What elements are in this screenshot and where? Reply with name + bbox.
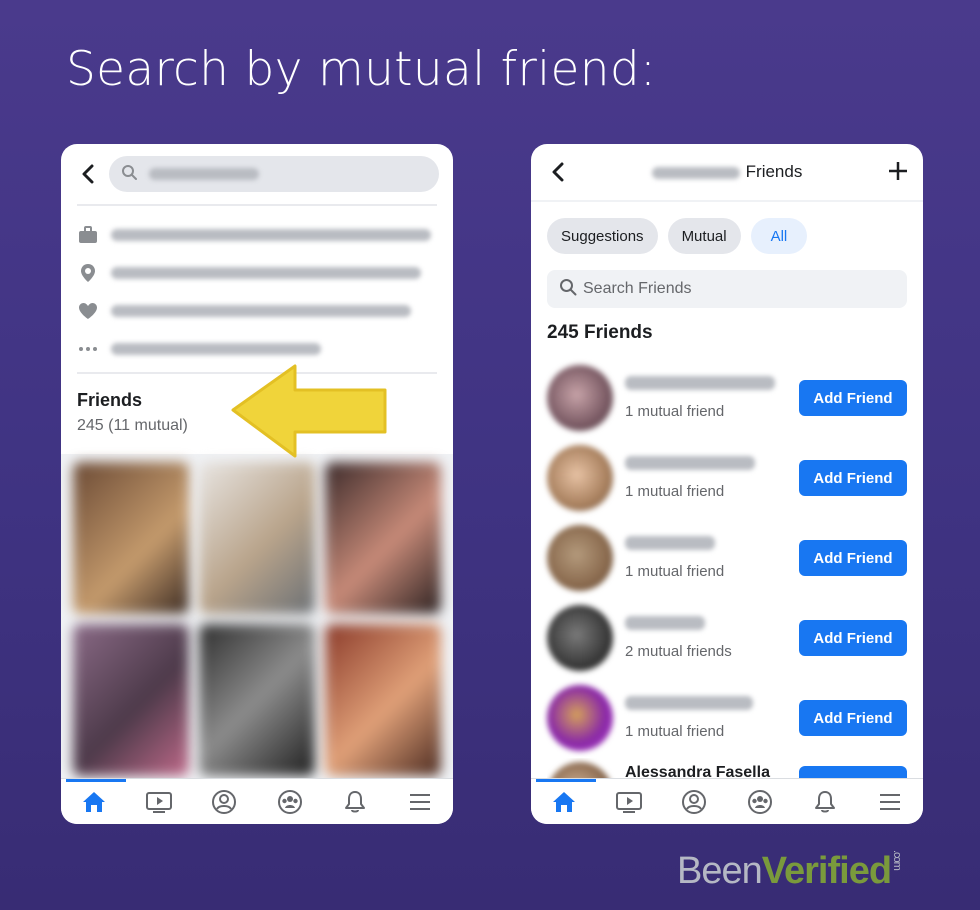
chip-suggestions[interactable]: Suggestions — [547, 218, 658, 254]
avatar[interactable] — [547, 605, 613, 671]
location-pin-icon — [77, 262, 99, 284]
avatar[interactable] — [547, 445, 613, 511]
bottom-tab-bar — [61, 778, 453, 824]
mutual-friends-count: 1 mutual friend — [625, 483, 725, 500]
page-title-text: Friends — [745, 162, 803, 181]
friend-info: 1 mutual friend — [613, 536, 799, 580]
page-title: Friends — [531, 162, 923, 182]
add-friend-button[interactable]: Add Friend — [799, 540, 907, 576]
more-dots-icon — [77, 338, 99, 360]
blurred-text — [111, 343, 321, 355]
chip-all[interactable]: All — [750, 218, 808, 254]
add-friend-button[interactable]: Add Friend — [799, 700, 907, 736]
search-placeholder: Search Friends — [583, 280, 692, 297]
search-icon — [559, 278, 577, 301]
friend-info: 1 mutual friend — [613, 376, 799, 420]
blurred-friend-name — [625, 696, 753, 710]
about-row-work — [77, 216, 437, 254]
right-phone-screen: Friends Suggestions Mutual All Search Fr… — [531, 144, 923, 824]
friends-photo-grid — [61, 454, 453, 784]
friend-info: 1 mutual friend — [613, 696, 799, 740]
friend-row[interactable]: 1 mutual friend Add Friend — [547, 438, 907, 518]
friend-info: 2 mutual friends — [613, 616, 799, 660]
blurred-friend-name — [625, 456, 755, 470]
friend-photo[interactable] — [199, 462, 315, 614]
blurred-text — [111, 305, 411, 317]
friend-row[interactable]: 1 mutual friend Add Friend — [547, 518, 907, 598]
bell-icon[interactable] — [335, 782, 375, 822]
logo-been: Been — [677, 850, 763, 892]
video-icon[interactable] — [139, 782, 179, 822]
chip-mutual[interactable]: Mutual — [667, 218, 741, 254]
bottom-tab-bar — [531, 778, 923, 824]
top-bar — [61, 144, 453, 204]
search-icon — [121, 164, 137, 185]
friend-photo[interactable] — [73, 462, 189, 614]
home-icon[interactable] — [65, 778, 126, 822]
blurred-search-text — [149, 168, 259, 180]
mutual-friends-count: 2 mutual friends — [625, 643, 732, 660]
add-friend-button[interactable]: Add Friend — [799, 620, 907, 656]
profile-icon[interactable] — [204, 782, 244, 822]
left-phone-screen: Friends 245 (11 mutual) — [61, 144, 453, 824]
profile-icon[interactable] — [674, 782, 714, 822]
beenverified-logo: BeenVerified.com — [677, 850, 903, 893]
friends-count: 245 Friends — [547, 322, 653, 343]
blurred-friend-name — [625, 616, 705, 630]
search-input[interactable] — [109, 156, 439, 192]
logo-verified: Verified — [761, 850, 892, 892]
about-section — [61, 206, 453, 372]
mutual-friends-count: 1 mutual friend — [625, 723, 725, 740]
friend-photo[interactable] — [325, 462, 441, 614]
blurred-profile-name — [651, 166, 740, 179]
blurred-friend-name — [625, 376, 775, 390]
add-friend-button[interactable]: Add Friend — [799, 380, 907, 416]
avatar[interactable] — [547, 685, 613, 751]
home-icon[interactable] — [535, 778, 596, 822]
heart-icon — [77, 300, 99, 322]
about-row-relationship — [77, 292, 437, 330]
headline: Search by mutual friend: — [66, 42, 657, 97]
logo-dotcom: .com — [891, 850, 904, 870]
blurred-text — [111, 229, 431, 241]
about-row-location — [77, 254, 437, 292]
plus-icon[interactable] — [887, 160, 909, 187]
menu-icon[interactable] — [400, 782, 440, 822]
friend-photo[interactable] — [325, 624, 441, 776]
friends-list: 1 mutual friend Add Friend 1 mutual frie… — [531, 344, 923, 798]
bell-icon[interactable] — [805, 782, 845, 822]
filter-chips: Suggestions Mutual All — [531, 202, 923, 254]
avatar[interactable] — [547, 525, 613, 591]
briefcase-icon — [77, 224, 99, 246]
menu-icon[interactable] — [870, 782, 910, 822]
friend-info: 1 mutual friend — [613, 456, 799, 500]
friend-row[interactable]: 2 mutual friends Add Friend — [547, 598, 907, 678]
back-icon[interactable] — [75, 161, 101, 187]
friend-photo[interactable] — [199, 624, 315, 776]
video-icon[interactable] — [609, 782, 649, 822]
friend-photo[interactable] — [73, 624, 189, 776]
friend-row[interactable]: 1 mutual friend Add Friend — [547, 678, 907, 758]
blurred-friend-name — [625, 536, 715, 550]
groups-icon[interactable] — [740, 782, 780, 822]
add-friend-button[interactable]: Add Friend — [799, 460, 907, 496]
friend-row[interactable]: 1 mutual friend Add Friend — [547, 358, 907, 438]
mutual-friends-count: 1 mutual friend — [625, 403, 725, 420]
search-friends-input[interactable]: Search Friends — [547, 270, 907, 308]
avatar[interactable] — [547, 365, 613, 431]
top-bar: Friends — [531, 144, 923, 202]
mutual-friends-count: 1 mutual friend — [625, 563, 725, 580]
back-icon[interactable] — [545, 159, 571, 185]
blurred-text — [111, 267, 421, 279]
groups-icon[interactable] — [270, 782, 310, 822]
yellow-arrow-icon — [231, 364, 387, 458]
